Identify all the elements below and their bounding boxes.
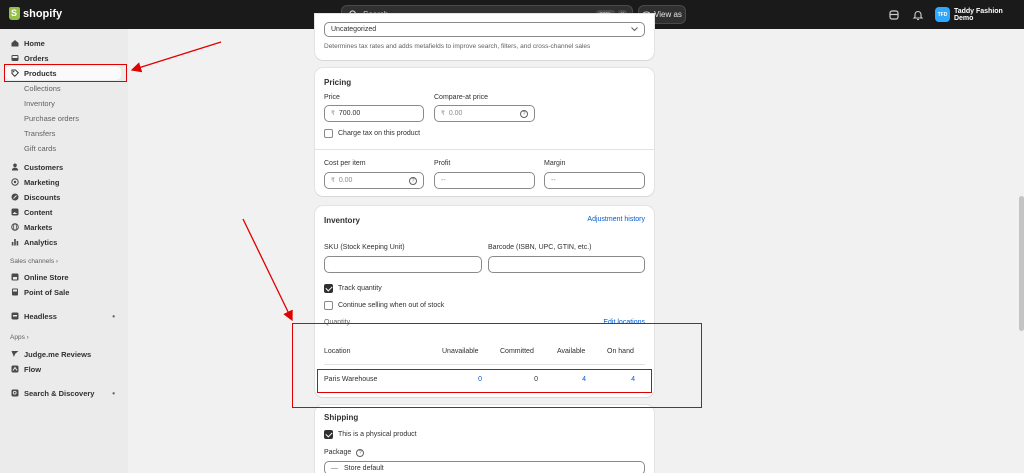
annotation-arrows	[130, 41, 293, 322]
arrow-to-products	[130, 41, 222, 73]
arrow-to-quantity	[242, 218, 293, 322]
